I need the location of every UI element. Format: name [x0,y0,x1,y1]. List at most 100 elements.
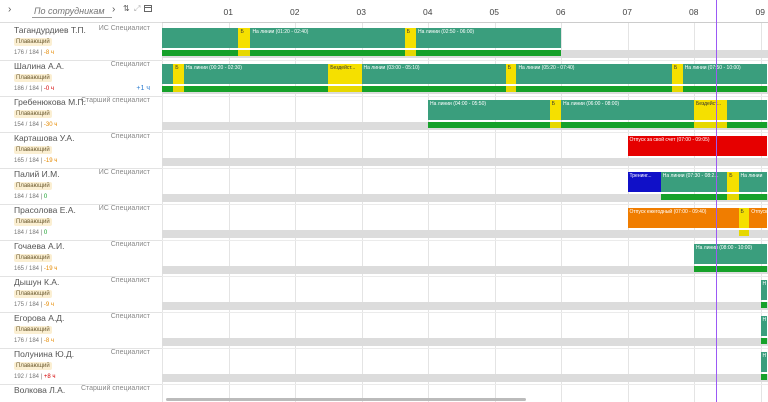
employee-name: Дышун К.А. [14,277,60,287]
schedule-timeline: Б На линии (01:20 - 02:40) Б На линии (02:5… [162,0,768,402]
shift-block[interactable]: На линии (03:00 - 05:10) [361,64,506,84]
timeline-header: 01 02 03 04 05 06 07 08 09 [162,0,768,23]
shift-block[interactable]: Тренинг... [627,172,661,192]
shift-block[interactable]: Н [760,280,768,300]
employee-name: Шалина А.А. [14,61,65,71]
employee-row[interactable]: Тагандурдиев Т.П. ИС Специалист Плавающий 1… [0,24,162,61]
shift-timeline-bar [549,122,561,128]
schedule-row: Н [162,348,768,385]
employee-row[interactable]: Карташова У.А. Специалист Плавающий 165 / 1… [0,132,162,169]
shift-timeline-bar [727,122,768,128]
status-badge: Плавающий [14,290,52,298]
hours-summary: 175 / 184 | -9 ч [14,302,54,308]
shift-block[interactable]: Б [404,28,417,48]
employee-row[interactable]: Полунина Ю.Д. Специалист Плавающий 192 / 18… [0,348,162,385]
availability-bar [162,230,768,238]
shift-block[interactable]: Б [238,28,251,48]
shift-timeline-bar [760,338,768,344]
status-badge: Плавающий [14,218,52,226]
shift-block[interactable]: Отпуск [749,208,768,228]
shift-block[interactable] [727,100,768,120]
shift-block[interactable]: На линии (05:20 - 07:40) [516,64,673,84]
schedule-row: Б На линии (00:20 - 02:30) Бездейст... На л… [162,60,768,97]
shift-block[interactable]: Бездейст... [694,100,728,120]
shift-block[interactable]: Н [760,352,768,372]
status-badge: Плавающий [14,74,52,82]
hours-delta: -19 ч [43,266,58,272]
schedule-app: › › ⇅ ⤢ Тагандурдиев Т.П. ИС Специалист Пл… [0,0,768,402]
shift-block[interactable]: На линии (07:30 - 08:2... [660,172,728,192]
shift-block[interactable]: На линии (01:20 - 02:40) [250,28,405,48]
employee-row[interactable]: Егорова А.Д. Специалист Плавающий 176 / 184… [0,312,162,349]
employee-row[interactable]: Волкова Л.А. Старший специалист [0,384,162,402]
employee-name: Палий И.М. [14,169,60,179]
employee-name: Егорова А.Д. [14,313,65,323]
chevron-right-icon[interactable]: › [8,4,11,15]
shift-block[interactable]: На линии (06:00 - 08:00) [561,100,694,120]
shift-block[interactable]: Б [738,208,750,228]
shift-block[interactable]: Б [505,64,517,84]
hours-summary: 184 / 184 | 0 [14,194,47,200]
hour-label: 08 [689,7,699,17]
hours-summary: 176 / 184 | -8 ч [14,338,54,344]
chevron-right-icon[interactable]: › [112,4,115,15]
shift-block[interactable]: Б [727,172,739,192]
sort-icon[interactable]: ⇅ [123,4,130,13]
employee-row[interactable]: Гочаева А.И. Специалист Плавающий 165 / 184… [0,240,162,277]
shift-block[interactable]: На линии (08:00 - 10:00) [694,244,768,264]
hours-summary: 165 / 184 | -19 ч [14,266,57,272]
shift-block[interactable]: Отпуск ежегодный (07:00 - 09:40) [627,208,739,228]
availability-bar [162,266,768,274]
shift-block[interactable]: На линии (04:00 - 05:50) [428,100,550,120]
employee-row[interactable]: Палий И.М. ИС Специалист Плавающий 184 / 18… [0,168,162,205]
calendar-icon[interactable] [144,4,152,15]
hours-value: 176 / 184 | [14,50,44,56]
shift-block[interactable] [162,28,239,48]
hours-delta: -19 ч [43,158,58,164]
employee-row[interactable]: Гребенюкова М.П. Старший специалист Плаваю… [0,96,162,133]
shift-timeline-bar [238,50,251,56]
shift-timeline-bar [694,122,728,128]
shift-block[interactable]: На линии (07:50 - 10:00) [682,64,768,84]
shift-block[interactable]: Б [173,64,184,84]
shift-block[interactable]: Б [549,100,561,120]
hours-value: 184 / 184 | [14,230,44,236]
hour-label: 01 [223,7,233,17]
hours-value: 176 / 184 | [14,338,44,344]
employee-name: Полунина Ю.Д. [14,349,75,359]
employee-row[interactable]: Шалина А.А. Специалист Плавающий 186 / 184 … [0,60,162,97]
hours-delta: 0 [43,194,48,200]
hours-delta: -30 ч [43,122,58,128]
shift-timeline-bar [173,86,184,92]
employee-name: Прасолова Е.А. [14,205,76,215]
hour-label: 04 [423,7,433,17]
shift-timeline-bar [760,302,768,308]
hours-summary: 186 / 184 | -0 ч [14,86,54,92]
shift-timeline-bar [516,86,673,92]
employee-row[interactable]: Дышун К.А. Специалист Плавающий 175 / 184 |… [0,276,162,313]
expand-icon[interactable]: ⤢ [134,4,140,14]
employee-position: Специалист [110,241,150,248]
shift-block[interactable]: Н [760,316,768,336]
horizontal-scrollbar[interactable] [166,398,526,401]
shift-block[interactable]: Бездейст... [328,64,362,84]
employee-position: Специалист [110,133,150,140]
hours-value: 165 / 184 | [14,158,44,164]
employee-row[interactable]: Прасолова Е.А. ИС Специалист Плавающий 184 … [0,204,162,241]
shift-block[interactable]: На линии (02:50 - 06:00) [416,28,561,48]
current-time-line [716,0,717,402]
hour-label: 05 [489,7,499,17]
shift-timeline-bar [183,86,329,92]
shift-block[interactable]: На линии [738,172,768,192]
shift-block[interactable]: Б [672,64,683,84]
employee-search-input[interactable] [32,4,112,18]
shift-timeline-bar [428,122,550,128]
schedule-row: Тренинг... На линии (07:30 - 08:2... Б На л… [162,168,768,205]
shift-block[interactable]: На линии (00:20 - 02:30) [183,64,329,84]
shift-timeline-bar [738,194,768,200]
status-badge: Плавающий [14,110,52,118]
shift-timeline-bar [727,194,739,200]
availability-bar [162,158,768,166]
shift-block[interactable] [162,64,174,84]
shift-block[interactable]: Отпуск за свой счет (07:00 - 09:05) [627,136,768,156]
